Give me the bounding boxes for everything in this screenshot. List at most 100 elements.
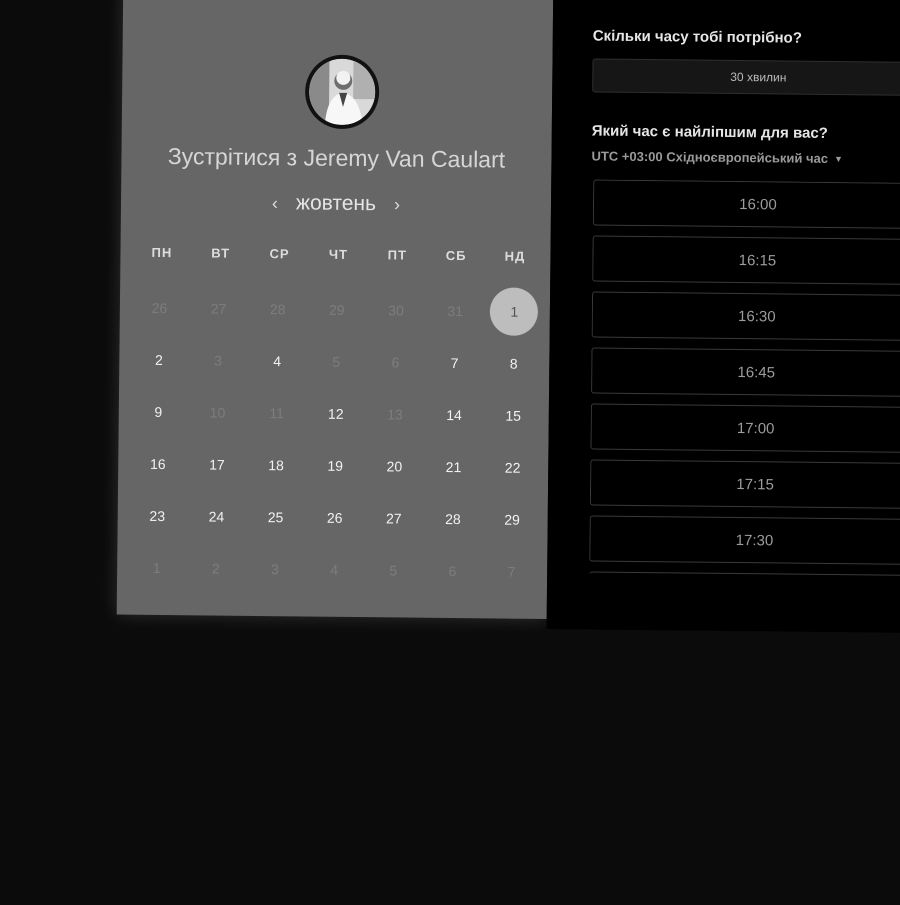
day-number: 1 (152, 559, 161, 576)
calendar-day: 28 (248, 283, 308, 336)
calendar-day: 5 (363, 544, 423, 597)
day-number: 15 (505, 407, 522, 424)
calendar-day[interactable]: 2 (129, 334, 189, 387)
calendar-day[interactable]: 29 (482, 493, 542, 546)
calendar-day[interactable]: 22 (483, 441, 543, 494)
calendar-day[interactable]: 23 (127, 490, 187, 543)
weekday-label: ПТ (387, 247, 408, 263)
calendar-day: 3 (188, 334, 248, 387)
day-number: 7 (450, 355, 459, 372)
day-number: 19 (327, 457, 344, 474)
host-avatar (304, 54, 380, 130)
calendar-day[interactable]: 27 (364, 492, 424, 545)
calendar-day[interactable]: 12 (306, 388, 366, 441)
time-question: Який час є найліпшим для вас? (591, 122, 828, 142)
time-slot-list: 16:00 16:15 16:30 16:45 17:00 17:15 17:30 (589, 179, 900, 577)
calendar-day[interactable]: 28 (423, 493, 483, 546)
time-slot-button[interactable]: 17:00 (590, 403, 900, 453)
calendar-day[interactable]: 21 (424, 441, 484, 494)
duration-question: Скільки часу тобі потрібно? (592, 27, 803, 47)
weekday-label: ЧТ (328, 246, 349, 262)
calendar-day[interactable]: 15 (483, 389, 543, 442)
calendar-day: 5 (306, 336, 366, 389)
day-number: 3 (214, 352, 223, 369)
day-number: 29 (504, 511, 520, 528)
calendar-day[interactable]: 24 (187, 490, 247, 543)
calendar-day: 29 (307, 284, 367, 337)
time-slot-button[interactable]: 16:15 (592, 235, 900, 285)
day-number: 1 (490, 287, 539, 336)
day-number: 22 (504, 459, 521, 476)
calendar-day: 10 (188, 386, 248, 439)
host-photo (308, 58, 376, 126)
calendar-day[interactable]: 16 (128, 438, 188, 491)
day-number: 24 (208, 508, 225, 525)
calendar-day[interactable]: 19 (305, 439, 365, 492)
calendar-day: 4 (304, 543, 364, 596)
day-number: 25 (267, 509, 284, 526)
time-slot-button[interactable]: 16:00 (592, 179, 900, 229)
day-number: 28 (445, 510, 461, 528)
calendar-day[interactable]: 25 (246, 491, 306, 544)
day-number: 5 (389, 562, 398, 579)
day-number: 7 (507, 563, 516, 580)
day-number: 3 (271, 561, 279, 578)
day-number: 16 (149, 455, 166, 473)
day-number: 2 (154, 351, 163, 368)
calendar-day[interactable]: 4 (247, 335, 307, 388)
time-slot-button[interactable]: 17:15 (589, 459, 900, 509)
calendar-day[interactable]: 26 (305, 491, 365, 544)
day-number: 9 (154, 403, 163, 420)
weekday-label: НД (504, 248, 526, 264)
day-number: 10 (209, 404, 226, 421)
booking-panel: Скільки часу тобі потрібно? 30 хвилин Як… (546, 0, 900, 633)
day-number: 5 (332, 353, 341, 370)
day-number: 29 (328, 301, 345, 318)
day-number: 31 (447, 302, 464, 320)
day-number: 28 (269, 301, 286, 318)
month-navigation: ‹ жовтень › (121, 190, 551, 219)
calendar-day[interactable]: 7 (425, 337, 485, 390)
day-number: 27 (210, 300, 227, 317)
weekday-label: ВТ (211, 245, 231, 261)
timezone-select[interactable]: UTC +03:00 Східноєвропейський час ▼ (591, 148, 843, 166)
calendar-day[interactable]: 20 (365, 440, 425, 493)
calendar-day[interactable]: 18 (246, 439, 306, 492)
calendar-day: 6 (366, 336, 426, 389)
weekday-label: ПН (151, 244, 173, 261)
calendar-day[interactable]: 8 (484, 337, 544, 390)
duration-select[interactable]: 30 хвилин (592, 58, 900, 96)
calendar-day[interactable]: 17 (187, 438, 247, 491)
time-slot-button[interactable]: 16:45 (591, 347, 900, 397)
day-number: 11 (269, 405, 284, 422)
next-month-button[interactable]: › (394, 194, 400, 215)
calendar-day[interactable]: 9 (129, 386, 189, 439)
time-slot-button[interactable] (589, 571, 900, 577)
timezone-label: UTC +03:00 Східноєвропейський час (591, 148, 829, 166)
day-number: 4 (330, 561, 339, 578)
caret-down-icon: ▼ (833, 153, 843, 164)
time-slot-button[interactable]: 16:30 (591, 291, 900, 341)
calendar-day: 2 (186, 542, 246, 595)
calendar-day: 13 (365, 388, 425, 441)
calendar-day: 3 (245, 543, 305, 596)
day-number: 6 (448, 562, 457, 580)
day-number: 18 (268, 457, 284, 474)
prev-month-button[interactable]: ‹ (272, 193, 278, 214)
calendar-day: 7 (482, 545, 542, 598)
meeting-title: Зустрітися з Jeremy Van Caulart (167, 143, 506, 173)
day-number: 6 (391, 354, 400, 371)
day-number: 12 (327, 405, 344, 422)
calendar-day-selected[interactable]: 1 (484, 285, 544, 338)
calendar-day[interactable]: 14 (424, 389, 484, 442)
day-number: 23 (149, 507, 166, 525)
time-slot-button[interactable]: 17:30 (589, 515, 900, 565)
calendar-day: 31 (425, 285, 485, 338)
day-number: 27 (385, 510, 402, 527)
day-number: 13 (387, 406, 403, 423)
day-number: 4 (273, 353, 282, 370)
day-number: 21 (445, 458, 462, 476)
day-number: 2 (211, 560, 220, 577)
day-number: 26 (326, 509, 343, 526)
day-number: 30 (388, 302, 404, 319)
